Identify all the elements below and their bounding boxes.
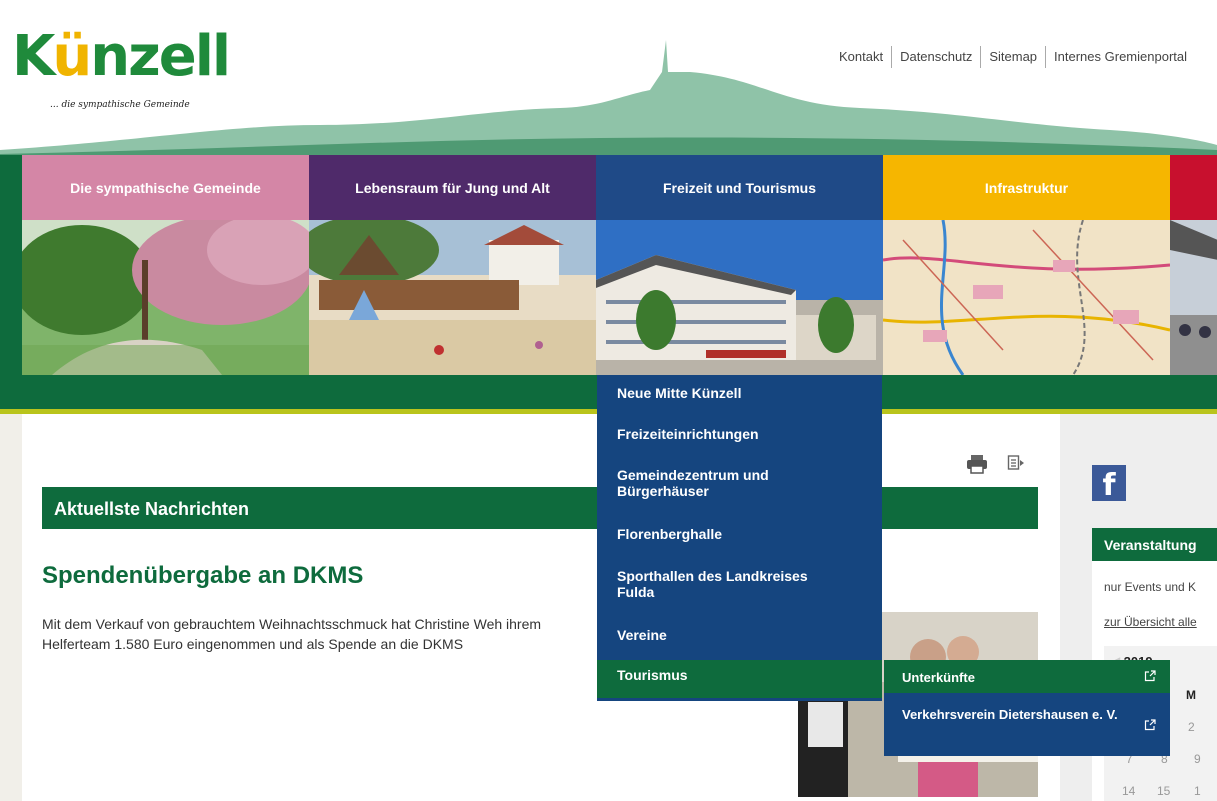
page: Künzell ... die sympathische Gemeinde Ko… (0, 0, 1217, 801)
topnav-gremienportal[interactable]: Internes Gremienportal (1045, 46, 1195, 68)
nav-tab-lebensraum[interactable]: Lebensraum für Jung und Alt (309, 155, 596, 375)
topnav-kontakt[interactable]: Kontakt (831, 46, 891, 68)
nav-tab-label: Die sympathische Gemeinde (22, 155, 309, 220)
nav-tab-partial[interactable] (1170, 155, 1217, 375)
external-link-icon (1144, 670, 1156, 682)
submenu-item-unterkuenfte[interactable]: Unterkünfte (884, 660, 1170, 693)
logo[interactable]: Künzell ... die sympathische Gemeinde (12, 22, 232, 112)
submenu-item-label: Unterkünfte (902, 670, 975, 685)
calendar-day[interactable]: 2 (1188, 720, 1195, 734)
topnav-datenschutz[interactable]: Datenschutz (891, 46, 980, 68)
park-photo (22, 220, 309, 375)
site-header: Künzell ... die sympathische Gemeinde Ko… (0, 0, 1217, 160)
map-image (883, 220, 1170, 375)
weekday-label: M (1186, 688, 1196, 702)
article-teaser: Mit dem Verkauf von gebrauchtem Weihnach… (42, 616, 542, 652)
nav-tab-gemeinde[interactable]: Die sympathische Gemeinde (22, 155, 309, 375)
logo-letter-u: ü (52, 24, 92, 89)
share-icon[interactable] (1007, 454, 1025, 472)
menu-item-neue-mitte[interactable]: Neue Mitte Künzell (597, 385, 882, 401)
external-link-icon (1144, 719, 1156, 731)
event-photo (1170, 220, 1217, 375)
tourismus-submenu: Unterkünfte Verkehrsverein Dietershausen… (884, 660, 1170, 756)
topnav-sitemap[interactable]: Sitemap (980, 46, 1045, 68)
nav-tab-infrastruktur[interactable]: Infrastruktur (883, 155, 1170, 375)
nav-tab-label: Freizeit und Tourismus (596, 155, 883, 220)
article-title[interactable]: Spendenübergabe an DKMS (42, 562, 363, 590)
neue-mitte-photo (596, 220, 883, 375)
calendar-day[interactable]: 9 (1194, 752, 1201, 766)
nav-tab-label: Lebensraum für Jung und Alt (309, 155, 596, 220)
menu-item-gemeindezentrum[interactable]: Gemeindezentrum und Bürgerhäuser (597, 467, 827, 499)
logo-letter-k: K (12, 24, 54, 89)
menu-item-vereine[interactable]: Vereine (597, 627, 882, 643)
nav-tab-freizeit-tourismus[interactable]: Freizeit und Tourismus (596, 155, 883, 375)
logo-tagline: ... die sympathische Gemeinde (50, 100, 190, 110)
nav-tab-label: Infrastruktur (883, 155, 1170, 220)
menu-item-tourismus[interactable]: Tourismus (597, 660, 882, 698)
nav-tab-label (1170, 155, 1217, 220)
logo-letters-rest: nzell (90, 24, 231, 89)
submenu-item-label: Verkehrsverein Dietershausen e. V. (902, 707, 1118, 722)
calendar-day[interactable]: 1 (1194, 784, 1201, 798)
submenu-item-verkehrsverein[interactable]: Verkehrsverein Dietershausen e. V. (884, 707, 1170, 741)
menu-item-florenberghalle[interactable]: Florenberghalle (597, 526, 882, 542)
menu-item-freizeiteinrichtungen[interactable]: Freizeiteinrichtungen (597, 426, 882, 442)
facebook-icon[interactable]: f (1092, 465, 1126, 503)
playground-photo (309, 220, 596, 375)
main-navigation: Die sympathische Gemeinde Lebensraum für… (22, 155, 1217, 375)
print-icon[interactable] (966, 454, 988, 474)
calendar-day[interactable]: 14 (1122, 784, 1135, 798)
calendar-overview-link[interactable]: zur Übersicht alle (1104, 615, 1197, 629)
page-edge-decoration (0, 414, 22, 801)
menu-item-sporthallen[interactable]: Sporthallen des Landkreises Fulda (597, 568, 867, 600)
logo-wordmark: Künzell (12, 22, 231, 92)
freizeit-dropdown-menu: Neue Mitte Künzell Freizeiteinrichtungen… (597, 375, 882, 701)
calendar-header: Veranstaltung (1092, 528, 1217, 561)
top-navigation: Kontakt Datenschutz Sitemap Internes Gre… (831, 46, 1195, 68)
calendar-note: nur Events und K (1104, 580, 1197, 594)
news-section-header: Aktuellste Nachrichten (42, 487, 1038, 529)
calendar-day[interactable]: 15 (1157, 784, 1170, 798)
